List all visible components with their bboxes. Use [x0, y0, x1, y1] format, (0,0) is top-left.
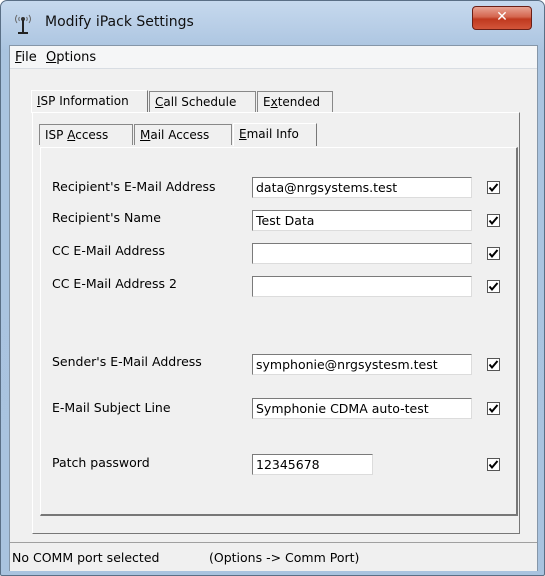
checkmark-icon: [488, 360, 499, 370]
menu-file-label: ile: [21, 50, 37, 65]
recipient-email-label: Recipient's E-Mail Address: [52, 179, 216, 194]
tab-email-info[interactable]: Email Info: [233, 123, 317, 146]
tab-email-info-accesskey: E: [239, 127, 247, 141]
recipient-name-label: Recipient's Name: [52, 210, 161, 225]
tab-mail-access-label: ail Access: [150, 128, 210, 142]
checkmark-icon: [488, 249, 499, 259]
main-window: Modify iPack Settings ✕ File Options ISP…: [0, 0, 545, 576]
tab-call-schedule[interactable]: Call Schedule: [149, 91, 256, 112]
title-bar[interactable]: Modify iPack Settings ✕: [1, 1, 544, 45]
tab-isp-information-label: SP Information: [40, 94, 129, 108]
tab-mail-access-accesskey: M: [140, 128, 151, 142]
sender-email-label: Sender's E-Mail Address: [52, 354, 202, 369]
subject-line-checkbox[interactable]: [487, 402, 500, 415]
tab-isp-access-pre: ISP: [45, 128, 68, 142]
cc-email-2-label: CC E-Mail Address 2: [52, 276, 177, 291]
tab-extended-pre: E: [263, 95, 271, 109]
tab-call-schedule-label: all Schedule: [163, 95, 237, 109]
checkmark-icon: [488, 404, 499, 414]
tab-isp-access-label: ccess: [75, 128, 109, 142]
patch-password-field[interactable]: 12345678: [252, 454, 373, 475]
subject-line-field[interactable]: Symphonie CDMA auto-test: [252, 398, 472, 419]
checkmark-icon: [488, 216, 499, 226]
close-button[interactable]: ✕: [472, 6, 532, 30]
menu-options-label: ptions: [56, 50, 97, 65]
antenna-icon: [15, 14, 31, 34]
sender-email-checkbox[interactable]: [487, 358, 500, 371]
cc-email-label: CC E-Mail Address: [52, 243, 165, 258]
cc-email-2-checkbox[interactable]: [487, 280, 500, 293]
cc-email-field[interactable]: [252, 243, 472, 264]
checkmark-icon: [488, 183, 499, 193]
recipient-name-field[interactable]: Test Data: [252, 210, 472, 231]
cc-email-checkbox[interactable]: [487, 247, 500, 260]
comm-port-hint: (Options -> Comm Port): [209, 550, 360, 565]
recipient-name-checkbox[interactable]: [487, 214, 500, 227]
recipient-email-field[interactable]: data@nrgsystems.test: [252, 177, 472, 198]
status-bar: No COMM port selected (Options -> Comm P…: [10, 542, 537, 571]
close-icon: ✕: [496, 9, 508, 25]
tab-email-info-label: mail Info: [246, 127, 299, 141]
checkmark-icon: [488, 460, 499, 470]
menu-bar: File Options: [10, 46, 537, 69]
patch-password-label: Patch password: [52, 455, 150, 470]
tab-isp-information[interactable]: ISP Information: [31, 90, 148, 113]
tab-extended-label: tended: [277, 95, 321, 109]
patch-password-checkbox[interactable]: [487, 458, 500, 471]
tab-isp-access[interactable]: ISP Access: [39, 124, 133, 145]
menu-options[interactable]: Options: [46, 50, 96, 65]
checkmark-icon: [488, 282, 499, 292]
tab-extended-accesskey: x: [270, 95, 278, 109]
recipient-email-checkbox[interactable]: [487, 181, 500, 194]
sender-email-field[interactable]: symphonie@nrgsystesm.test: [252, 354, 472, 375]
menu-options-accesskey: O: [46, 50, 57, 65]
cc-email-2-field[interactable]: [252, 276, 472, 297]
comm-port-status: No COMM port selected: [12, 550, 160, 565]
client-area: File Options ISP Information Call Schedu…: [9, 45, 538, 571]
tab-extended[interactable]: Extended: [257, 91, 333, 112]
tab-mail-access[interactable]: Mail Access: [134, 124, 232, 145]
subject-line-label: E-Mail Subject Line: [52, 400, 171, 415]
menu-file[interactable]: File: [15, 50, 37, 65]
window-title: Modify iPack Settings: [45, 14, 194, 30]
